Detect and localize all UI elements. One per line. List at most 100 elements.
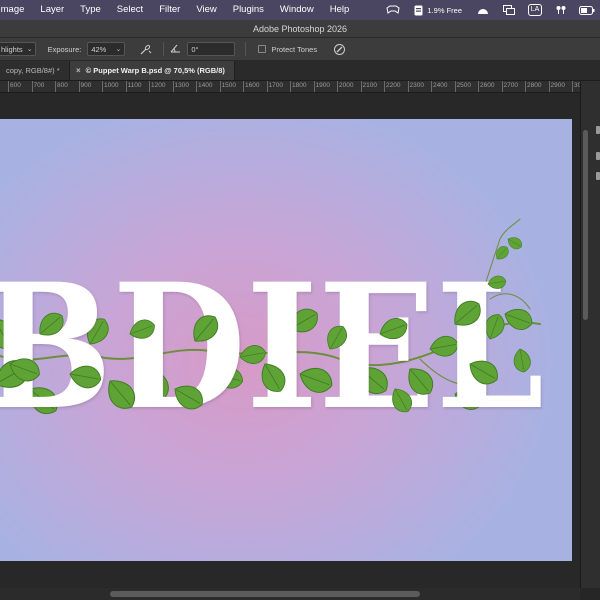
ruler-label: 600 (10, 82, 21, 89)
ruler-label: 1400 (198, 82, 213, 89)
ruler-tick (196, 81, 197, 92)
memory-free-label: 1.9% Free (427, 5, 462, 15)
ruler-label: 2200 (386, 82, 401, 89)
ruler-tick (572, 81, 573, 92)
ruler-label: 2100 (362, 82, 377, 89)
document-tabs: copy, RGB/8#) * × © Puppet Warp B.psd @ … (0, 61, 600, 81)
ruler-tick (501, 81, 503, 92)
ruler-tick (243, 81, 244, 92)
ruler-label: 2700 (503, 82, 518, 89)
ruler-label: 1100 (127, 82, 142, 89)
angle-icon (170, 44, 181, 55)
menu-view[interactable]: View (188, 0, 224, 20)
window-title: Adobe Photoshop 2026 (0, 20, 600, 38)
ruler-label: 700 (33, 82, 45, 89)
ruler-label: 1600 (245, 82, 260, 89)
menu-layer[interactable]: Layer (32, 0, 72, 20)
ruler-tick (454, 81, 456, 92)
panel-collapse-icon[interactable] (596, 152, 600, 160)
arc-icon[interactable] (470, 0, 496, 20)
airpods-icon[interactable] (548, 0, 574, 20)
menu-bar: Image Layer Type Select Filter View Plug… (0, 0, 600, 20)
protect-tones-label: Protect Tones (271, 44, 318, 54)
ruler-tick (31, 81, 33, 92)
artwork-title-text: BDIEL (0, 245, 544, 448)
ruler-tick (360, 81, 362, 92)
ruler-label: 2600 (480, 82, 495, 89)
menu-plugins[interactable]: Plugins (225, 0, 272, 20)
ruler-label: 2800 (527, 82, 542, 89)
exposure-field[interactable]: 42% ⌄ (87, 42, 126, 56)
divider (163, 42, 165, 56)
tab-puppet-warp[interactable]: × © Puppet Warp B.psd @ 70,5% (RGB/8) (70, 61, 235, 80)
ruler-tick (290, 81, 291, 92)
ruler-label: 900 (80, 82, 92, 89)
ruler-tick (407, 81, 409, 92)
ruler-label: 1700 (268, 82, 283, 89)
airbrush-icon[interactable] (137, 41, 153, 57)
ruler-label: 2000 (339, 82, 354, 89)
chevron-down-icon: ⌄ (26, 46, 33, 53)
input-source-label: LA (527, 4, 543, 16)
tab-label: copy, RGB/8#) * (6, 66, 60, 75)
chevron-down-icon[interactable]: ⌄ (115, 45, 121, 53)
ruler-label: 1000 (104, 82, 119, 89)
ruler-label: 2400 (433, 82, 448, 89)
ruler-tick (548, 81, 550, 92)
range-select-value: hlights (1, 44, 23, 54)
angle-field[interactable]: 0° (187, 42, 236, 56)
ruler-tick (431, 81, 432, 92)
ruler-tick (313, 81, 315, 92)
ruler-tick (384, 81, 385, 92)
ruler-tick (337, 81, 338, 92)
divider (245, 42, 247, 56)
range-select[interactable]: hlights ⌄ (0, 42, 36, 56)
pressure-icon[interactable] (331, 41, 347, 57)
menu-help[interactable]: Help (322, 0, 358, 20)
menu-type[interactable]: Type (72, 0, 109, 20)
artwork: BDIEL (0, 218, 544, 448)
menu-image[interactable]: Image (0, 0, 32, 20)
workspace: BDIEL (0, 93, 580, 588)
horizontal-ruler: 600 700 800 900 1000 1100 1200 1300 1400 1500 1600… (0, 81, 580, 93)
memory-icon (414, 5, 423, 15)
menu-filter[interactable]: Filter (151, 0, 188, 20)
vertical-scrollbar[interactable] (583, 130, 588, 320)
exposure-value: 42% (91, 44, 107, 54)
ruler-tick (102, 81, 103, 92)
ruler-label: 1300 (174, 82, 189, 89)
ruler-tick (266, 81, 268, 92)
input-source-indicator[interactable]: LA (522, 0, 548, 20)
screen-mirror-icon[interactable] (496, 0, 522, 20)
close-icon[interactable]: × (76, 66, 81, 75)
ruler-label: 1200 (151, 82, 166, 89)
gamepad-icon[interactable] (380, 0, 406, 20)
ruler-tick (8, 81, 9, 92)
protect-tones-checkbox[interactable] (258, 45, 267, 53)
ruler-tick (149, 81, 150, 92)
ruler-tick (172, 81, 174, 92)
ruler-tick (125, 81, 127, 92)
status-area: 1.9% Free LA (380, 0, 600, 20)
menu-select[interactable]: Select (109, 0, 151, 20)
battery-icon[interactable] (574, 0, 600, 20)
ruler-label: 2300 (409, 82, 424, 89)
tool-options-bar: hlights ⌄ Exposure: 42% ⌄ 0° Protect Ton… (0, 38, 600, 61)
ruler-label: 1500 (221, 82, 236, 89)
ruler-label: 1900 (315, 82, 330, 89)
document-canvas[interactable]: BDIEL (0, 119, 572, 561)
ruler-tick (478, 81, 479, 92)
ruler-label: 2500 (456, 82, 471, 89)
tab-label: © Puppet Warp B.psd @ 70,5% (RGB/8) (85, 66, 225, 75)
ruler-label: 2900 (550, 82, 565, 89)
ruler-label: 1800 (292, 82, 307, 89)
memory-status[interactable]: 1.9% Free (406, 5, 470, 16)
panel-collapse-icon[interactable] (596, 126, 600, 134)
horizontal-scrollbar[interactable] (110, 591, 420, 597)
app-menus: Image Layer Type Select Filter View Plug… (0, 0, 357, 20)
ruler-tick (55, 81, 56, 92)
panel-collapse-icon[interactable] (596, 172, 600, 180)
tab-copy-document[interactable]: copy, RGB/8#) * (0, 61, 70, 80)
menu-window[interactable]: Window (272, 0, 322, 20)
ruler-tick (78, 81, 80, 92)
